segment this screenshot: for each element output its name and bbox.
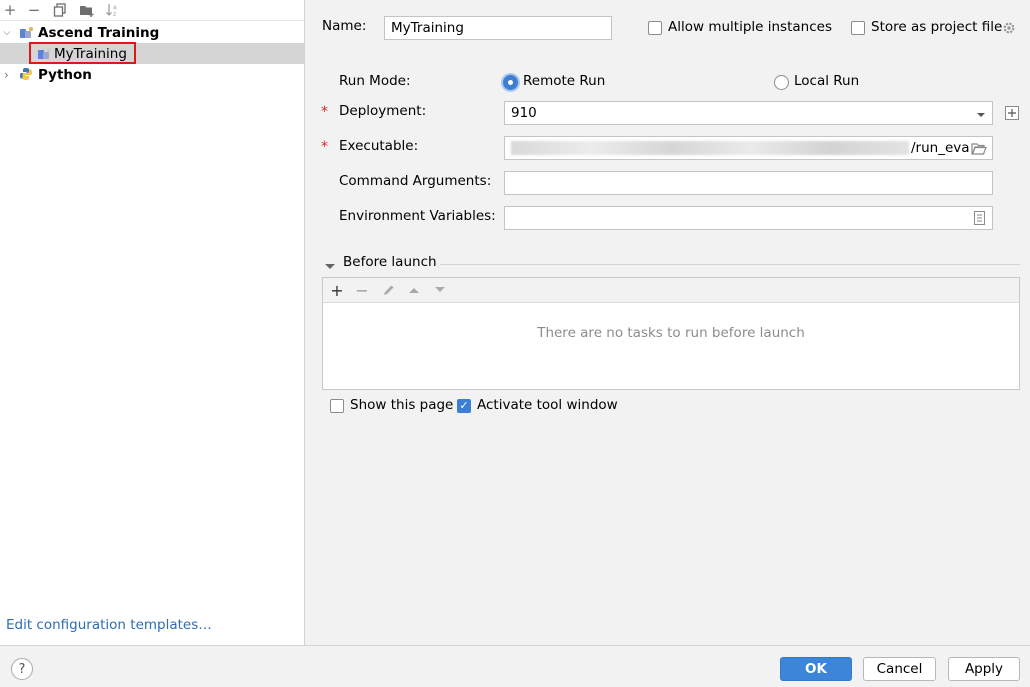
name-label: Name: [322, 18, 367, 34]
gear-icon[interactable] [1002, 21, 1016, 39]
required-marker: * [321, 139, 328, 155]
activate-tool-window-label: Activate tool window [477, 397, 618, 413]
show-this-page-checkbox[interactable] [330, 399, 344, 413]
allow-multiple-instances-label: Allow multiple instances [668, 19, 832, 35]
command-arguments-field[interactable] [504, 171, 993, 195]
deployment-label: Deployment: [339, 103, 427, 119]
allow-multiple-instances-checkbox[interactable] [648, 21, 662, 35]
executable-field[interactable]: /run_eva [504, 136, 993, 160]
footer-divider [0, 645, 1030, 646]
sort-icon[interactable]: az [103, 1, 123, 19]
document-icon[interactable] [974, 211, 985, 229]
environment-variables-label: Environment Variables: [339, 208, 496, 224]
remote-run-label: Remote Run [523, 73, 606, 89]
show-this-page-label: Show this page [350, 397, 454, 413]
store-as-project-file-label: Store as project file [871, 19, 1003, 35]
cancel-button[interactable]: Cancel [863, 657, 936, 681]
required-marker: * [321, 104, 328, 120]
folder-icon[interactable] [971, 142, 987, 159]
edit-icon[interactable] [379, 281, 399, 299]
local-run-radio[interactable] [774, 75, 789, 90]
tree-group-python[interactable]: › Python [0, 64, 304, 85]
command-arguments-label: Command Arguments: [339, 173, 492, 189]
copy-icon[interactable] [50, 1, 70, 19]
ok-button[interactable]: OK [780, 657, 852, 681]
remove-icon[interactable]: − [24, 1, 44, 19]
add-icon[interactable]: + [327, 281, 347, 300]
section-divider [440, 264, 1020, 265]
move-up-icon[interactable] [404, 281, 424, 299]
selection-highlight-box [29, 42, 136, 64]
tree-group-label: Ascend Training [38, 24, 160, 41]
run-mode-label: Run Mode: [339, 73, 411, 89]
chevron-right-icon[interactable]: › [4, 68, 9, 82]
svg-text:a: a [113, 4, 117, 11]
before-launch-title[interactable]: Before launch [343, 254, 437, 270]
configurations-toolbar: + − az [0, 0, 304, 21]
chevron-down-icon[interactable]: ⌵ [3, 27, 11, 38]
name-field[interactable]: MyTraining [384, 16, 612, 40]
add-icon[interactable]: + [0, 1, 20, 19]
new-folder-icon[interactable] [77, 1, 97, 19]
redacted-path [511, 141, 909, 155]
before-launch-tasks-box: + − There are no tasks to run before lau… [322, 277, 1020, 390]
move-down-icon[interactable] [430, 281, 450, 299]
help-button[interactable]: ? [11, 658, 33, 680]
activate-tool-window-checkbox[interactable]: ✓ [457, 399, 471, 413]
edit-configuration-templates-link[interactable]: Edit configuration templates… [6, 617, 212, 633]
executable-label: Executable: [339, 138, 419, 154]
store-as-project-file-checkbox[interactable] [851, 21, 865, 35]
remote-run-radio[interactable] [503, 75, 518, 90]
before-launch-toolbar: + − [323, 278, 1019, 303]
svg-text:z: z [113, 11, 116, 18]
empty-tasks-text: There are no tasks to run before launch [537, 325, 805, 341]
tree-group-ascend-training[interactable]: ⌵ Ascend Training [0, 22, 304, 43]
add-deployment-icon[interactable] [1005, 106, 1019, 124]
environment-variables-field[interactable] [504, 206, 993, 230]
configurations-panel [0, 0, 305, 645]
local-run-label: Local Run [794, 73, 860, 89]
apply-button[interactable]: Apply [948, 657, 1020, 681]
ascend-icon [18, 26, 34, 40]
dropdown-arrow-icon [976, 108, 986, 124]
deployment-select[interactable]: 910 [504, 101, 993, 125]
remove-icon[interactable]: − [352, 281, 372, 300]
chevron-down-icon[interactable] [325, 259, 335, 275]
tree-group-label: Python [38, 66, 92, 83]
python-icon [19, 67, 33, 85]
